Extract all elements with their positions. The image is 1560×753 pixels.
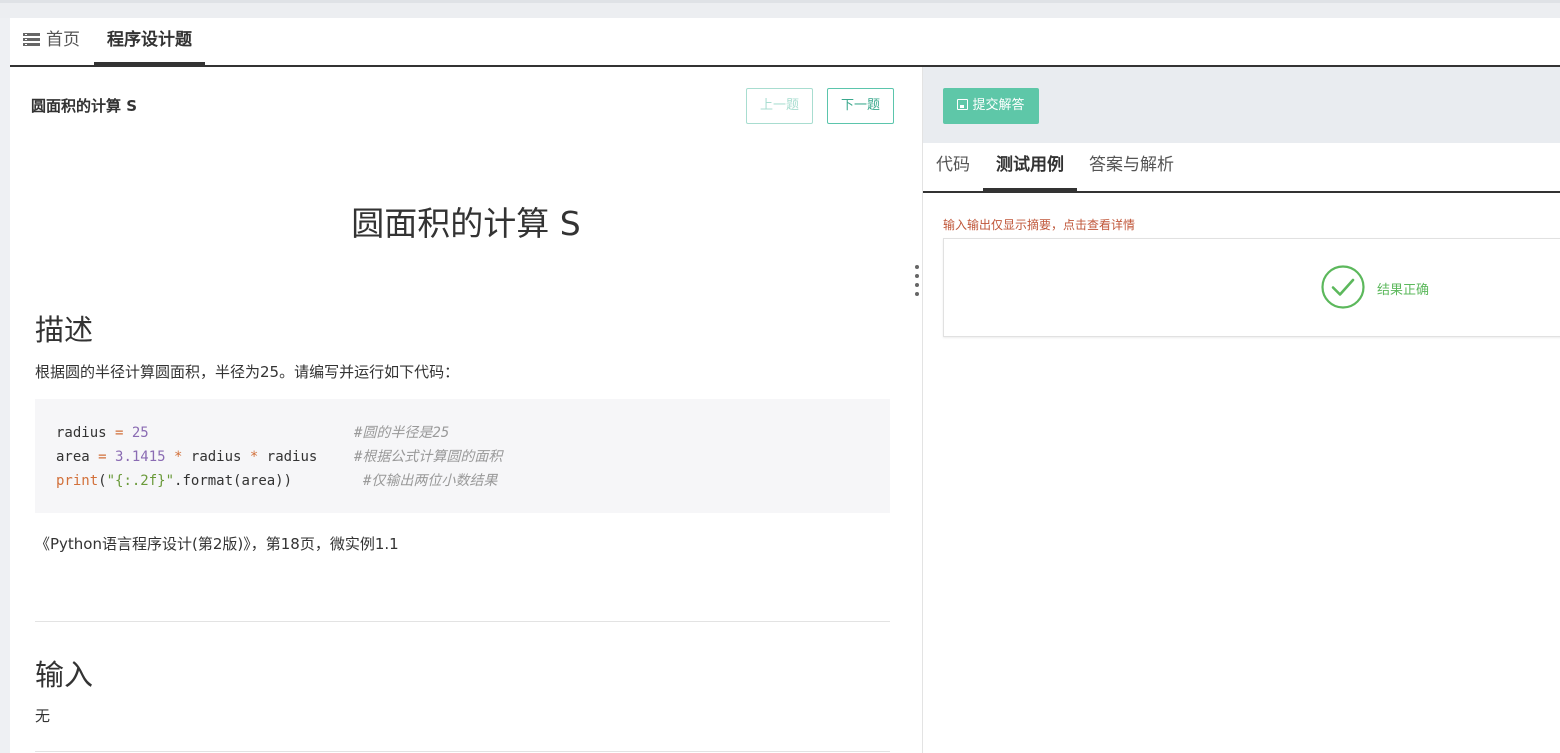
result-status: 结果正确 xyxy=(1377,283,1430,298)
top-tab-bar: 首页 程序设计题 xyxy=(10,18,1560,67)
answer-toolbar: 提交解答 xyxy=(923,67,1560,143)
code-block: radius = 25 #圆的半径是25 area = 3.1415 * radi… xyxy=(35,399,890,513)
drag-handle-icon[interactable] xyxy=(915,265,921,303)
code-comment: #根据公式计算圆的面积 xyxy=(354,449,503,465)
test-result-card[interactable]: 结果正确 xyxy=(943,238,1560,337)
submit-label: 提交解答 xyxy=(972,98,1025,113)
divider xyxy=(35,621,890,622)
code-comment: #圆的半径是25 xyxy=(354,425,450,441)
problem-title: 圆面积的计算 S xyxy=(351,204,581,243)
tab-answer-analysis[interactable]: 答案与解析 xyxy=(1076,143,1187,191)
answer-panel: 提交解答 代码 测试用例 答案与解析 输入输出仅显示摘要，点击查看详情 结果正确 xyxy=(923,67,1560,753)
code-comment: #仅输出两位小数结果 xyxy=(363,473,498,489)
tab-programming[interactable]: 程序设计题 xyxy=(94,18,205,65)
problem-header-title: 圆面积的计算 S xyxy=(31,97,138,115)
submit-answer-button[interactable]: 提交解答 xyxy=(943,88,1039,124)
reference-text: 《Python语言程序设计(第2版)》，第18页，微实例1.1 xyxy=(35,535,399,553)
tab-test-cases[interactable]: 测试用例 xyxy=(983,143,1077,191)
input-text: 无 xyxy=(35,707,51,725)
input-heading: 输入 xyxy=(35,658,94,692)
test-hint: 输入输出仅显示摘要，点击查看详情 xyxy=(943,218,1136,232)
description-text: 根据圆的半径计算圆面积，半径为25。请编写并运行如下代码： xyxy=(35,363,460,381)
list-icon xyxy=(23,33,40,46)
check-circle-icon xyxy=(1321,265,1365,309)
next-question-button[interactable]: 下一题 xyxy=(827,88,894,124)
answer-tabs: 代码 测试用例 答案与解析 xyxy=(923,143,1560,193)
prev-question-button[interactable]: 上一题 xyxy=(746,88,813,124)
description-heading: 描述 xyxy=(35,313,94,347)
code-line-3: print("{:.2f}".format(area)) #仅输出两位小数结果 xyxy=(56,469,869,493)
code-line-2: area = 3.1415 * radius * radius #根据公式计算圆的… xyxy=(56,445,869,469)
problem-panel: 圆面积的计算 S 上一题 下一题 圆面积的计算 S 描述 根据圆的半径计算圆面积… xyxy=(10,67,922,753)
save-icon xyxy=(957,99,969,110)
browser-top-strip xyxy=(0,0,1560,18)
divider xyxy=(35,751,890,752)
app-container: 首页 程序设计题 圆面积的计算 S 上一题 下一题 圆面积的计算 S 描述 根据… xyxy=(10,18,1560,753)
tab-code[interactable]: 代码 xyxy=(923,143,983,191)
code-line-1: radius = 25 #圆的半径是25 xyxy=(56,421,869,445)
tab-home-label: 首页 xyxy=(46,30,80,50)
tab-home[interactable]: 首页 xyxy=(10,18,93,65)
